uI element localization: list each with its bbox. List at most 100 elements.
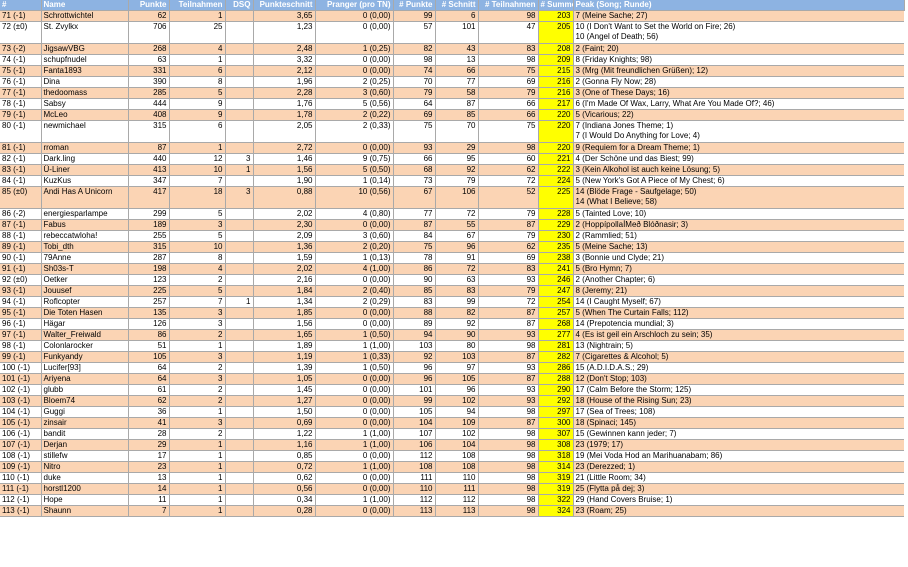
rank-punkte-cell[interactable]: 99 [393,10,436,22]
summe-cell[interactable]: 319 [538,483,574,495]
punkteschnitt-cell[interactable]: 2,02 [253,263,316,275]
summe-cell[interactable]: 288 [538,373,574,385]
summe-cell[interactable]: 216 [538,87,574,99]
summe-cell[interactable]: 281 [538,340,574,352]
rank-teilnahmen-cell[interactable]: 60 [478,153,539,165]
name-cell[interactable]: duke [41,472,129,484]
rank-cell[interactable]: 77 (-1) [0,87,42,99]
punkteschnitt-cell[interactable]: 0,72 [253,461,316,473]
punkteschnitt-cell[interactable]: 1,90 [253,175,316,187]
name-cell[interactable]: Andi Has A Unicorn [41,186,129,209]
teilnahmen-cell[interactable]: 2 [169,395,226,407]
rank-teilnahmen-cell[interactable]: 98 [478,439,539,451]
punkte-cell[interactable]: 64 [128,362,170,374]
teilnahmen-cell[interactable]: 6 [169,65,226,77]
rank-teilnahmen-cell[interactable]: 79 [478,87,539,99]
rank-schnitt-cell[interactable]: 82 [435,307,479,319]
peak-cell[interactable]: 17 (Calm Before the Storm; 125) [573,384,904,396]
punkte-cell[interactable]: 285 [128,87,170,99]
teilnahmen-cell[interactable]: 7 [169,296,226,308]
teilnahmen-cell[interactable]: 7 [169,175,226,187]
punkte-cell[interactable]: 123 [128,274,170,286]
name-cell[interactable]: Fabus [41,219,129,231]
col-peak-header[interactable]: Peak (Song; Runde) [573,0,905,11]
rank-schnitt-cell[interactable]: 70 [435,120,479,143]
rank-punkte-cell[interactable]: 108 [393,461,436,473]
teilnahmen-cell[interactable]: 1 [169,54,226,66]
rank-cell[interactable]: 87 (-1) [0,219,42,231]
punkteschnitt-cell[interactable]: 3,32 [253,54,316,66]
rank-teilnahmen-cell[interactable]: 72 [478,175,539,187]
teilnahmen-cell[interactable]: 5 [169,87,226,99]
rank-punkte-cell[interactable]: 87 [393,219,436,231]
pranger-cell[interactable]: 2 (0,20) [315,241,394,253]
rank-punkte-cell[interactable]: 101 [393,384,436,396]
teilnahmen-cell[interactable]: 1 [169,494,226,506]
dsq-cell[interactable] [225,142,254,154]
rank-schnitt-cell[interactable]: 113 [435,505,479,517]
dsq-cell[interactable]: 1 [225,296,254,308]
pranger-cell[interactable]: 5 (0,56) [315,98,394,110]
teilnahmen-cell[interactable]: 2 [169,362,226,374]
peak-cell[interactable]: 10 (I Don't Want to Set the World on Fir… [573,21,904,44]
teilnahmen-cell[interactable]: 1 [169,461,226,473]
rank-punkte-cell[interactable]: 85 [393,285,436,297]
pranger-cell[interactable]: 0 (0,00) [315,373,394,385]
rank-punkte-cell[interactable]: 68 [393,164,436,176]
rank-cell[interactable]: 90 (-1) [0,252,42,264]
dsq-cell[interactable] [225,340,254,352]
punkte-cell[interactable]: 36 [128,406,170,418]
dsq-cell[interactable]: 3 [225,186,254,209]
name-cell[interactable]: Roflcopter [41,296,129,308]
dsq-cell[interactable] [225,472,254,484]
punkteschnitt-cell[interactable]: 1,05 [253,373,316,385]
punkte-cell[interactable]: 189 [128,219,170,231]
punkte-cell[interactable]: 413 [128,164,170,176]
rank-punkte-cell[interactable]: 106 [393,439,436,451]
punkteschnitt-cell[interactable]: 1,85 [253,307,316,319]
rank-teilnahmen-cell[interactable]: 79 [478,285,539,297]
name-cell[interactable]: bandit [41,428,129,440]
punkte-cell[interactable]: 105 [128,351,170,363]
punkteschnitt-cell[interactable]: 3,65 [253,10,316,22]
teilnahmen-cell[interactable]: 2 [169,329,226,341]
rank-teilnahmen-cell[interactable]: 98 [478,494,539,506]
rank-cell[interactable]: 75 (-1) [0,65,42,77]
name-cell[interactable]: Funkyandy [41,351,129,363]
rank-cell[interactable]: 103 (-1) [0,395,42,407]
name-cell[interactable]: Hägar [41,318,129,330]
rank-teilnahmen-cell[interactable]: 93 [478,329,539,341]
punkteschnitt-cell[interactable]: 2,72 [253,142,316,154]
summe-cell[interactable]: 230 [538,230,574,242]
punkteschnitt-cell[interactable]: 1,65 [253,329,316,341]
punkte-cell[interactable]: 440 [128,153,170,165]
summe-cell[interactable]: 238 [538,252,574,264]
peak-cell[interactable]: 23 (1979; 17) [573,439,904,451]
name-cell[interactable]: Sh03s-T [41,263,129,275]
rank-punkte-cell[interactable]: 113 [393,505,436,517]
punkte-cell[interactable]: 331 [128,65,170,77]
name-cell[interactable]: horstl1200 [41,483,129,495]
rank-punkte-cell[interactable]: 112 [393,494,436,506]
name-cell[interactable]: Shaunn [41,505,129,517]
dsq-cell[interactable] [225,175,254,187]
teilnahmen-cell[interactable]: 9 [169,98,226,110]
summe-cell[interactable]: 205 [538,21,574,44]
rank-teilnahmen-cell[interactable]: 66 [478,109,539,121]
summe-cell[interactable]: 221 [538,153,574,165]
teilnahmen-cell[interactable]: 10 [169,241,226,253]
summe-cell[interactable]: 322 [538,494,574,506]
rank-schnitt-cell[interactable]: 66 [435,65,479,77]
dsq-cell[interactable] [225,428,254,440]
rank-schnitt-cell[interactable]: 101 [435,21,479,44]
rank-schnitt-cell[interactable]: 96 [435,241,479,253]
rank-cell[interactable]: 72 (±0) [0,21,42,44]
punkteschnitt-cell[interactable]: 1,89 [253,340,316,352]
summe-cell[interactable]: 308 [538,439,574,451]
pranger-cell[interactable]: 1 (1,00) [315,494,394,506]
summe-cell[interactable]: 208 [538,43,574,55]
rank-schnitt-cell[interactable]: 106 [435,186,479,209]
rank-schnitt-cell[interactable]: 58 [435,87,479,99]
dsq-cell[interactable] [225,362,254,374]
rank-punkte-cell[interactable]: 75 [393,120,436,143]
